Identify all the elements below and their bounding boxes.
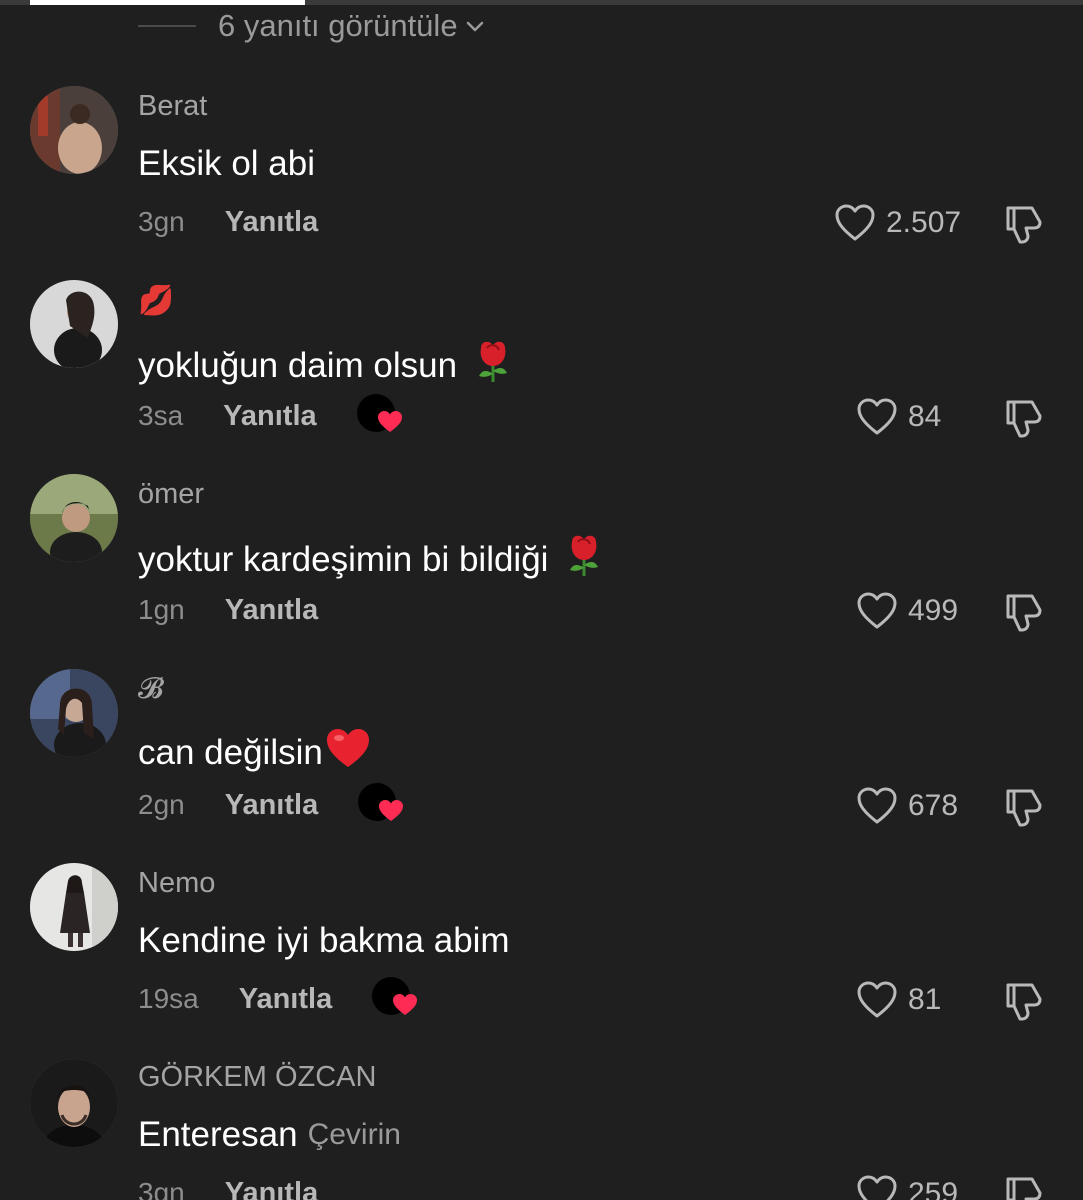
- chevron-down-icon: [464, 15, 486, 37]
- reply-button[interactable]: Yanıtla: [225, 1177, 319, 1200]
- replies-divider: [138, 25, 196, 27]
- comment-username[interactable]: ömer: [138, 478, 204, 511]
- heart-outline-icon: [857, 592, 897, 629]
- comment-meta: 19sa Yanıtla: [138, 977, 420, 1021]
- comment-item: 💋 yokluğun daim olsun 3sa Yanıtla 84: [0, 280, 1083, 478]
- avatar[interactable]: [30, 86, 118, 174]
- creator-liked-heart-icon: [378, 799, 404, 828]
- comment-body: can değilsin: [138, 732, 323, 772]
- thumbs-down-icon[interactable]: [1002, 202, 1046, 246]
- comment-body: Kendine iyi bakma abim: [138, 921, 510, 960]
- comment-item: Nemo Kendine iyi bakma abim 19sa Yanıtla…: [0, 863, 1083, 1061]
- avatar[interactable]: [30, 669, 118, 757]
- comment-username[interactable]: Berat: [138, 90, 207, 123]
- comment-username[interactable]: GÖRKEM ÖZCAN: [138, 1061, 376, 1094]
- comment-text: yoktur kardeşimin bi bildiği: [138, 532, 606, 587]
- comment-text: Eksik ol abi: [138, 144, 315, 184]
- comment-body: yoktur kardeşimin bi bildiği: [138, 539, 549, 579]
- heart-outline-icon: [857, 981, 897, 1018]
- like-count: 84: [908, 400, 942, 433]
- comment-text: Kendine iyi bakma abim: [138, 921, 510, 961]
- reply-button[interactable]: Yanıtla: [225, 789, 319, 822]
- rose-icon: [562, 532, 606, 587]
- view-replies-button[interactable]: 6 yanıtı görüntüle: [138, 8, 486, 44]
- avatar[interactable]: [30, 1059, 118, 1147]
- comment-item: 𝓑 can değilsin 2gn Yanıtla 678: [0, 669, 1083, 867]
- comment-meta: 3gn Yanıtla: [138, 1173, 318, 1200]
- comment-meta: 3sa Yanıtla: [138, 394, 405, 439]
- comment-meta: 2gn Yanıtla: [138, 783, 406, 827]
- comment-username[interactable]: 𝓑: [138, 673, 164, 706]
- comment-time: 1gn: [138, 594, 185, 625]
- comment-text: can değilsin: [138, 727, 371, 778]
- thumbs-down-icon[interactable]: [1002, 979, 1046, 1023]
- top-progress-bar: [0, 0, 1083, 5]
- like-count: 81: [908, 983, 942, 1016]
- like-button[interactable]: 81: [856, 979, 941, 1021]
- thumbs-down-icon[interactable]: [1002, 590, 1046, 634]
- comment-item: Berat Eksik ol abi 3gn Yanıtla 2.507: [0, 86, 1083, 284]
- like-button[interactable]: 678: [856, 785, 958, 827]
- comment-item: ömer yoktur kardeşimin bi bildiği 1gn Ya…: [0, 474, 1083, 672]
- heart-outline-icon: [857, 1175, 897, 1200]
- view-replies-label: 6 yanıtı görüntüle: [218, 8, 458, 43]
- avatar[interactable]: [30, 474, 118, 562]
- like-button[interactable]: 499: [856, 590, 958, 632]
- comment-text: yokluğun daim olsun: [138, 338, 515, 393]
- comment-item: GÖRKEM ÖZCAN Enteresan Çevirin 3gn Yanıt…: [0, 1059, 1083, 1200]
- comment-time: 19sa: [138, 983, 199, 1014]
- rose-icon: [471, 338, 515, 393]
- heart-outline-icon: [857, 787, 897, 824]
- avatar[interactable]: [30, 863, 118, 951]
- comment-username[interactable]: 💋: [138, 284, 174, 318]
- like-count: 499: [908, 594, 959, 627]
- red-heart-icon: [325, 727, 371, 778]
- comment-meta: 1gn Yanıtla: [138, 590, 318, 630]
- creator-liked-badge: [356, 394, 405, 439]
- comment-body: yokluğun daim olsun: [138, 345, 458, 385]
- reply-button[interactable]: Yanıtla: [223, 400, 317, 433]
- creator-liked-badge: [372, 977, 420, 1021]
- heart-outline-icon: [835, 204, 875, 241]
- like-button[interactable]: 84: [856, 396, 941, 438]
- avatar[interactable]: [30, 280, 118, 368]
- comment-time: 3gn: [138, 206, 185, 237]
- heart-outline-icon: [857, 398, 897, 435]
- like-count: 678: [908, 789, 959, 822]
- like-count: 259: [908, 1177, 959, 1200]
- comment-username[interactable]: Nemo: [138, 867, 215, 900]
- like-count: 2.507: [886, 206, 962, 239]
- reply-button[interactable]: Yanıtla: [239, 983, 333, 1016]
- creator-liked-badge: [358, 783, 406, 827]
- progress-segment: [30, 0, 305, 5]
- thumbs-down-icon[interactable]: [1002, 396, 1046, 440]
- comment-text: Enteresan Çevirin: [138, 1115, 401, 1155]
- comment-body: Eksik ol abi: [138, 144, 316, 183]
- creator-liked-heart-icon: [377, 410, 403, 439]
- comment-meta: 3gn Yanıtla: [138, 202, 318, 242]
- reply-button[interactable]: Yanıtla: [225, 594, 319, 627]
- reply-button[interactable]: Yanıtla: [225, 206, 319, 239]
- comment-body: Enteresan: [138, 1115, 298, 1154]
- comment-time: 3sa: [138, 400, 184, 431]
- like-button[interactable]: 259: [856, 1173, 958, 1200]
- translate-button[interactable]: Çevirin: [308, 1118, 401, 1152]
- thumbs-down-icon[interactable]: [1002, 1173, 1046, 1200]
- comment-time: 3gn: [138, 1177, 185, 1200]
- comment-time: 2gn: [138, 789, 185, 820]
- thumbs-down-icon[interactable]: [1002, 785, 1046, 829]
- like-button[interactable]: 2.507: [834, 202, 961, 244]
- creator-liked-heart-icon: [392, 993, 418, 1022]
